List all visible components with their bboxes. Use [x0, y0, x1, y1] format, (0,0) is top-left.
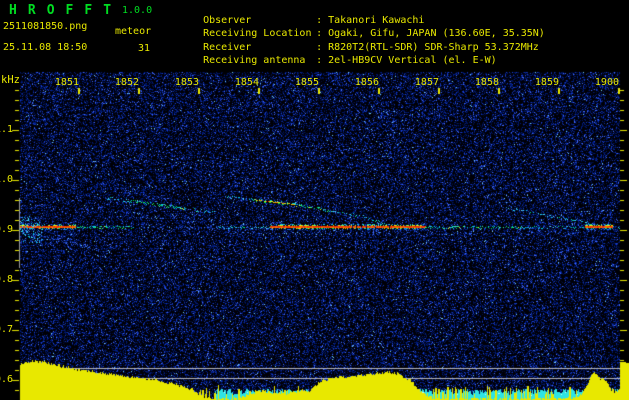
info-row-antenna: Receiving antenna:2el-HB9CV Vertical (el…: [179, 44, 497, 66]
freq-tick-label: 0.8: [0, 274, 14, 285]
info-row-receiver: Receiver: R820T2(RTL-SDR) SDR-Sharp 53.37…: [179, 31, 539, 53]
freq-tick-label: 1.1: [0, 124, 14, 135]
time-tick-label: 1858: [474, 77, 499, 88]
freq-tick-label: 1.0: [0, 174, 14, 185]
time-tick-label: 1859: [534, 77, 559, 88]
app-title: H R O F F T: [9, 3, 113, 18]
time-tick-label: 1855: [294, 77, 319, 88]
info-label: Receiving antenna: [203, 55, 306, 66]
hrofft-screen: H R O F F T 1.0.0 2511081850.png meteor …: [0, 0, 629, 400]
freq-axis-unit: kHz: [1, 74, 20, 86]
time-tick-label: 1900: [594, 77, 619, 88]
mode-label: meteor: [115, 26, 152, 37]
info-row-observer: Observer: Takanori Kawachi: [179, 4, 424, 26]
freq-tick-label: 0.7: [0, 324, 14, 335]
app-version: 1.0.0: [122, 5, 153, 16]
time-tick-label: 1852: [114, 77, 139, 88]
freq-tick-label: 0.6: [0, 374, 14, 385]
time-tick-label: 1856: [354, 77, 379, 88]
time-tick-label: 1851: [54, 77, 79, 88]
freq-tick-label: 0.9: [0, 224, 14, 235]
observation-datetime: 25.11.08 18:50: [3, 42, 88, 53]
output-filename: 2511081850.png: [3, 21, 88, 32]
info-separator: :: [316, 55, 323, 66]
echo-count: 31: [138, 43, 151, 54]
time-tick-label: 1854: [234, 77, 259, 88]
time-tick-label: 1857: [414, 77, 439, 88]
info-row-location: Receiving Location: Ogaki, Gifu, JAPAN (1…: [179, 17, 545, 39]
time-tick-label: 1853: [174, 77, 199, 88]
info-value: 2el-HB9CV Vertical (el. E-W): [328, 55, 497, 66]
